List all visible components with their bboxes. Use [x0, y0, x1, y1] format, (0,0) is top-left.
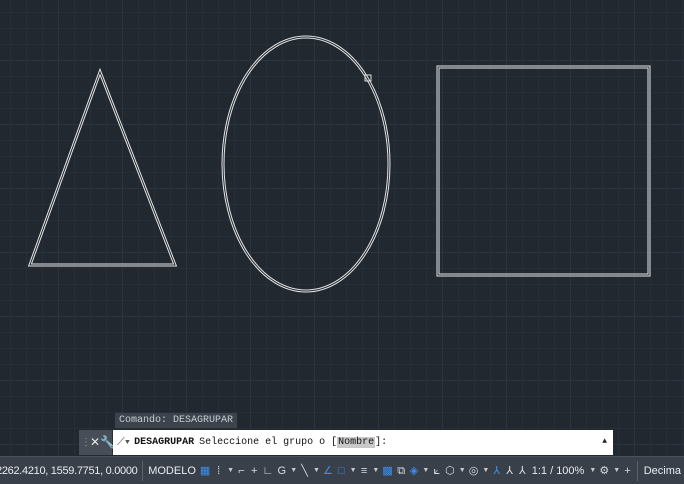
transparency-icon[interactable]: ▩ — [382, 464, 392, 478]
divider — [142, 460, 144, 481]
selection-cycling-icon[interactable]: ⧉ — [397, 464, 406, 478]
status-bar: 2262.4210, 1559.7751, 0.0000 MODELO ▦ ⁞ … — [0, 456, 684, 484]
chevron-down-icon[interactable]: ▼ — [227, 464, 234, 478]
command-input[interactable]: ⟋▾ DESAGRUPAR Seleccione el grupo o [ No… — [113, 430, 613, 455]
chevron-down-icon[interactable]: ▼ — [313, 464, 320, 478]
chevron-down-icon[interactable]: ▼ — [372, 464, 379, 478]
polar-tracking-icon[interactable]: G — [277, 464, 287, 478]
3d-object-snap-icon[interactable]: ◈ — [410, 464, 419, 478]
auto-scale-icon[interactable]: ⅄ — [505, 464, 514, 478]
chevron-down-icon[interactable]: ▼ — [613, 464, 620, 478]
history-arrow-icon[interactable]: ▲ — [602, 437, 607, 446]
divider — [636, 460, 638, 481]
object-snap-icon[interactable]: □ — [337, 464, 346, 478]
chevron-down-icon[interactable]: ▼ — [422, 464, 429, 478]
command-line-grip[interactable]: ⋮ ✕ 🔧 — [79, 430, 115, 455]
grid-display-icon[interactable]: ▦ — [200, 464, 210, 478]
chevron-down-icon[interactable]: ▼ — [459, 464, 466, 478]
drawing-shapes — [27, 35, 651, 293]
drawing-canvas[interactable] — [0, 0, 684, 455]
dynamic-input-icon[interactable]: + — [250, 464, 259, 478]
close-icon[interactable]: ✕ — [90, 430, 100, 455]
chevron-down-icon[interactable]: ▼ — [482, 464, 489, 478]
chevron-down-icon[interactable]: ▼ — [290, 464, 297, 478]
chevron-down-icon[interactable]: ▼ — [589, 464, 596, 478]
coordinates-readout[interactable]: 2262.4210, 1559.7751, 0.0000 — [0, 465, 139, 477]
command-history-text: Comando: DESAGRUPAR — [119, 415, 234, 426]
chevron-down-icon[interactable]: ▼ — [350, 464, 357, 478]
command-line: ⋮ ✕ 🔧 ⟋▾ DESAGRUPAR Seleccione el grupo … — [79, 430, 613, 455]
command-prompt-text: Seleccione el grupo o [ — [199, 437, 338, 448]
ortho-mode-icon[interactable]: ∟ — [263, 464, 274, 478]
workspace-switch-icon[interactable]: ⚙ — [599, 464, 609, 478]
option-nombre[interactable]: Nombre — [337, 437, 376, 448]
selection-filter-icon[interactable]: ⬡ — [445, 464, 455, 478]
model-space-button[interactable]: MODELO — [146, 465, 198, 477]
isometric-drafting-icon[interactable]: ╲ — [300, 464, 309, 478]
dynamic-ucs-icon[interactable]: ⟀ — [432, 464, 441, 478]
annotation-scale-icon[interactable]: ⅄ — [518, 464, 527, 478]
units-value[interactable]: Decima — [644, 465, 681, 477]
grip-handle-icon[interactable]: ⋮ — [81, 430, 91, 455]
infer-constraints-icon[interactable]: ⌐ — [237, 464, 246, 478]
object-snap-tracking-icon[interactable]: ∠ — [323, 464, 333, 478]
command-prompt-end: ]: — [375, 437, 388, 448]
command-prompt-icon: ⟋▾ — [117, 436, 131, 449]
lineweight-icon[interactable]: ≡ — [360, 464, 369, 478]
ellipse-shape[interactable] — [221, 35, 391, 293]
annotation-scale-value[interactable]: 1:1 / 100% — [532, 465, 585, 477]
gizmo-icon[interactable]: ◎ — [469, 464, 479, 478]
command-name: DESAGRUPAR — [134, 437, 195, 448]
rectangle-shape[interactable] — [436, 65, 651, 277]
annotation-visibility-icon[interactable]: ⅄ — [492, 464, 501, 478]
triangle-shape[interactable] — [27, 67, 178, 267]
command-history: Comando: DESAGRUPAR — [115, 413, 238, 428]
annotation-monitor-icon[interactable]: + — [623, 464, 632, 478]
snap-mode-icon[interactable]: ⁞ — [214, 464, 223, 478]
